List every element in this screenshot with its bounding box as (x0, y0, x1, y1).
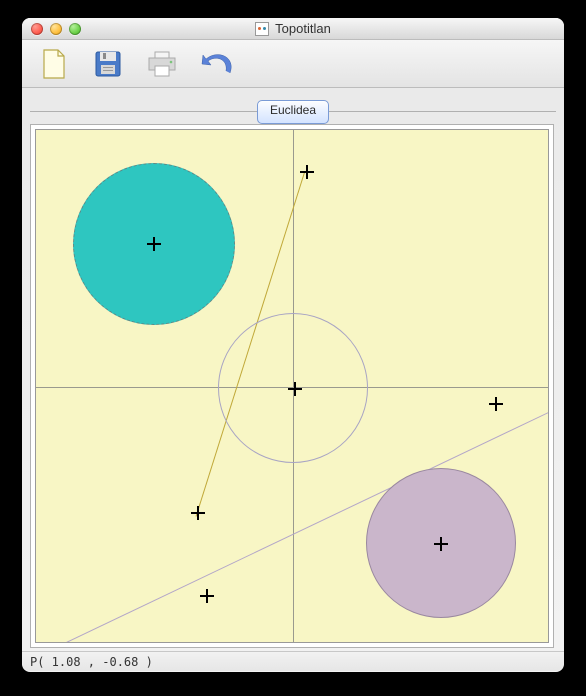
floppy-icon (93, 49, 123, 79)
point-marker[interactable] (147, 237, 161, 251)
app-window: Topotitlan (22, 18, 564, 672)
point-marker[interactable] (288, 382, 302, 396)
minimize-icon[interactable] (50, 23, 62, 35)
tab-euclidea[interactable]: Euclidea (257, 100, 329, 124)
printer-icon (146, 50, 178, 78)
content-area: Euclidea (22, 88, 564, 651)
point-marker[interactable] (191, 506, 205, 520)
window-controls (22, 23, 81, 35)
title-area: Topotitlan (22, 21, 564, 36)
app-icon (255, 22, 269, 36)
window-title: Topotitlan (275, 21, 331, 36)
undo-button[interactable] (196, 44, 236, 84)
canvas-frame (30, 124, 554, 648)
point-marker[interactable] (489, 397, 503, 411)
new-button[interactable] (34, 44, 74, 84)
undo-icon (200, 51, 232, 77)
cursor-coords: P( 1.08 , -0.68 ) (30, 655, 153, 669)
titlebar[interactable]: Topotitlan (22, 18, 564, 40)
point-marker[interactable] (434, 537, 448, 551)
toolbar (22, 40, 564, 88)
document-icon (40, 48, 68, 80)
point-marker[interactable] (200, 589, 214, 603)
tab-bar: Euclidea (30, 100, 556, 124)
close-icon[interactable] (31, 23, 43, 35)
geometry-canvas[interactable] (35, 129, 549, 643)
status-bar: P( 1.08 , -0.68 ) (22, 651, 564, 671)
save-button[interactable] (88, 44, 128, 84)
point-marker[interactable] (300, 165, 314, 179)
print-button[interactable] (142, 44, 182, 84)
zoom-icon[interactable] (69, 23, 81, 35)
